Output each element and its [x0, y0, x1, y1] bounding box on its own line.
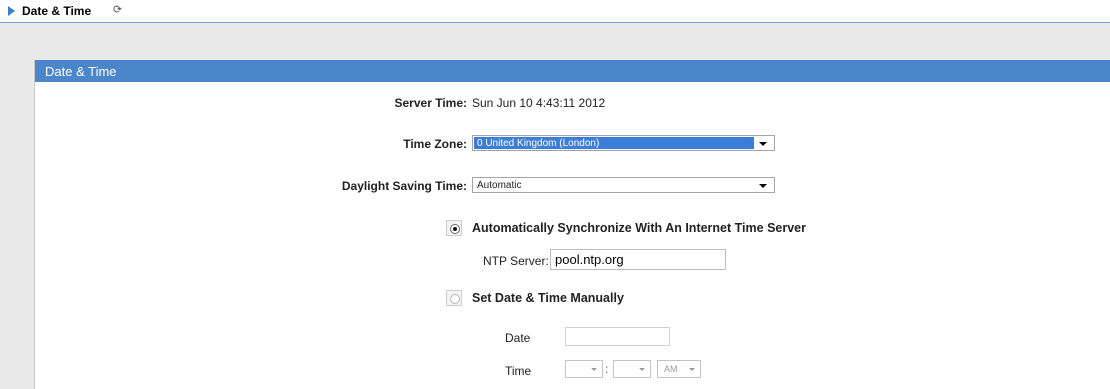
manual-radio[interactable]: [450, 294, 460, 304]
time-zone-selected-value: 0 United Kingdom (London): [477, 138, 600, 149]
date-time-panel: Date & Time Server Time: Sun Jun 10 4:43…: [34, 60, 1110, 389]
time-separator: :: [605, 362, 609, 376]
server-time-value: Sun Jun 10 4:43:11 2012: [472, 96, 606, 110]
page-title: Date & Time: [22, 4, 92, 18]
manual-option-label: Set Date & Time Manually: [472, 291, 624, 305]
time-label: Time: [505, 364, 532, 378]
hour-select[interactable]: [565, 360, 603, 378]
daylight-saving-select[interactable]: Automatic: [472, 177, 775, 193]
time-zone-select[interactable]: 0 United Kingdom (London): [472, 135, 775, 151]
ampm-select[interactable]: AM: [657, 360, 701, 378]
panel-header: Date & Time: [35, 60, 1110, 82]
chevron-down-icon: [759, 142, 767, 146]
manual-radio-wrapper[interactable]: [446, 290, 462, 306]
daylight-saving-label: Daylight Saving Time:: [341, 179, 467, 193]
chevron-down-icon: [591, 368, 597, 371]
expand-arrow-icon[interactable]: [8, 6, 15, 16]
chevron-down-icon: [639, 368, 645, 371]
page-header: Date & Time ⟳: [0, 0, 1110, 23]
daylight-saving-selected-value: Automatic: [477, 180, 522, 191]
time-zone-label: Time Zone:: [403, 137, 467, 151]
ampm-value: AM: [664, 364, 678, 374]
minute-select[interactable]: [613, 360, 651, 378]
date-label: Date: [505, 331, 531, 345]
panel-title: Date & Time: [45, 64, 117, 79]
sync-option-label: Automatically Synchronize With An Intern…: [472, 221, 806, 235]
chevron-down-icon: [689, 368, 695, 371]
sync-radio-wrapper[interactable]: [446, 220, 462, 236]
chevron-down-icon: [759, 184, 767, 188]
date-input[interactable]: [565, 327, 670, 346]
refresh-icon[interactable]: ⟳: [113, 3, 122, 16]
server-time-label: Server Time:: [394, 96, 468, 110]
sync-radio[interactable]: [450, 224, 460, 234]
ntp-server-label: NTP Server:: [483, 254, 549, 268]
ntp-server-input[interactable]: [550, 249, 726, 270]
